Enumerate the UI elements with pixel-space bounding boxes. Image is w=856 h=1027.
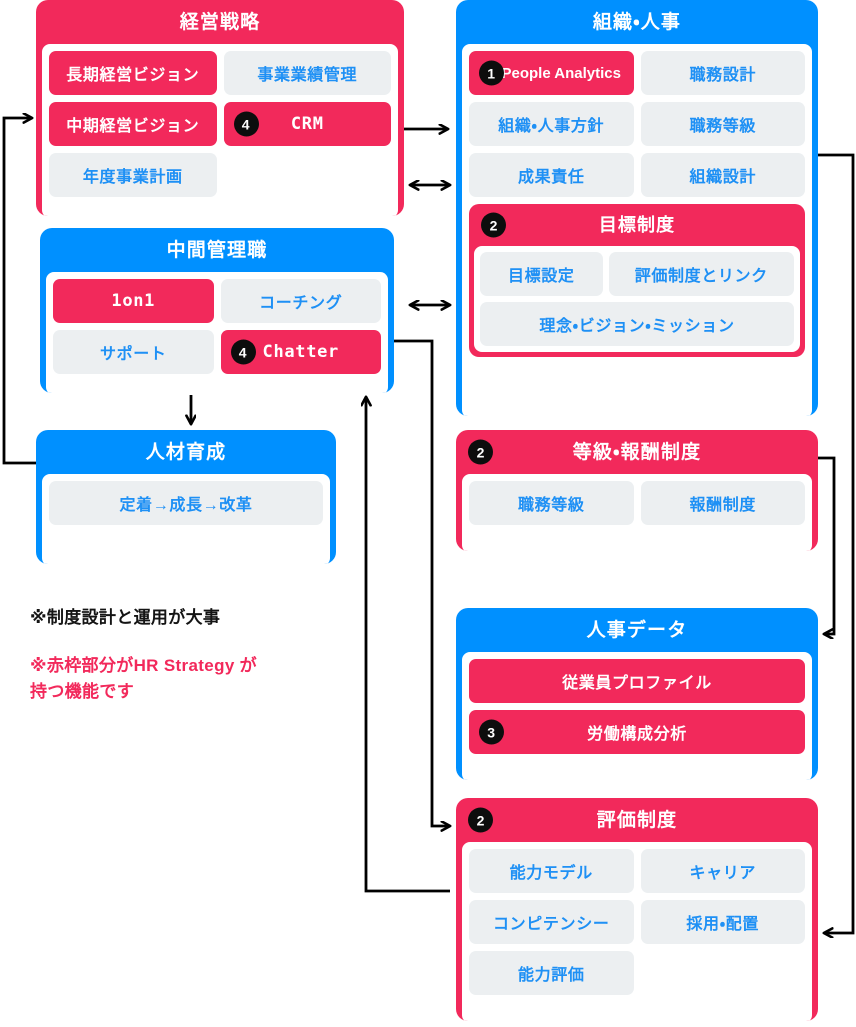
pill-job-design[interactable]: 職務設計 [640,51,805,95]
card-header: 2 評価制度 [456,798,818,842]
card-title: 組織・人事 [592,11,682,33]
badge-number: 4 [230,339,256,365]
card-title: 人事データ [586,619,688,641]
subcard-body: 目標設定 評価制度とリンク 理念・ビジョン・ミッション [474,246,800,352]
pill-ability-evaluation[interactable]: 能力評価 [469,951,634,995]
pill-people-analytics[interactable]: 1 People Analytics [469,51,634,95]
card-header: 組織・人事 [456,0,818,44]
pill-support[interactable]: サポート [53,330,214,374]
card-header: 経営戦略 [36,0,404,44]
pill-accountability[interactable]: 成果責任 [469,153,634,197]
wire-evaluation-to-middle [366,397,450,893]
wire-talent-to-strategy [2,118,36,465]
pill-job-grade-comp[interactable]: 職務等級 [469,481,634,525]
pill-competency-model[interactable]: 能力モデル [469,849,634,893]
pill-career[interactable]: キャリア [640,849,805,893]
note-red-frame-legend: ※赤枠部分がHR Strategy が 持つ機能です [30,656,258,702]
wire-middle-to-evaluation [366,339,450,826]
card-hr-data[interactable]: 人事データ 従業員プロファイル 3 労働構成分析 [456,608,818,780]
card-title: 等級・報酬制度 [572,441,702,463]
pill-long-term-vision[interactable]: 長期経営ビジョン [49,51,217,95]
pill-retention-growth-reform[interactable]: 定着→成長→改革 [49,481,323,525]
pill-1on1[interactable]: 1on1 [53,279,214,323]
card-body: 能力モデル キャリア コンピテンシー 採用・配置 能力評価 [462,842,812,1021]
subcard-goal-system[interactable]: 2 目標制度 目標設定 評価制度とリンク 理念・ビジョン・ミッション [469,204,805,357]
card-title: 中間管理職 [166,239,268,261]
badge-number: 2 [468,439,493,465]
card-grade-compensation[interactable]: 2 等級・報酬制度 職務等級 報酬制度 [456,430,818,551]
card-organization-hr[interactable]: 組織・人事 1 People Analytics 職務設計 組織・人事方針 職務… [456,0,818,416]
pill-employee-profile[interactable]: 従業員プロファイル [469,659,805,703]
pill-goal-setting[interactable]: 目標設定 [480,252,603,296]
wire-grade-to-hrdata [818,456,836,634]
pill-competency[interactable]: コンピテンシー [469,900,634,944]
card-management-strategy[interactable]: 経営戦略 長期経営ビジョン 事業業績管理 中期経営ビジョン 4 CRM 年度事業… [36,0,404,216]
pill-org-hr-policy[interactable]: 組織・人事方針 [469,102,634,146]
card-title: 評価制度 [596,809,678,831]
card-body: 職務等級 報酬制度 [462,474,812,551]
pill-link-to-evaluation[interactable]: 評価制度とリンク [608,252,794,296]
card-title: 経営戦略 [179,11,261,33]
card-middle-management[interactable]: 中間管理職 1on1 コーチング サポート 4 Chatter [40,228,394,393]
pill-crm[interactable]: 4 CRM [223,102,391,146]
pill-coaching[interactable]: コーチング [220,279,381,323]
pill-philosophy-vision-mission[interactable]: 理念・ビジョン・ミッション [480,302,794,346]
subcard-header: 2 目標制度 [469,204,805,246]
pill-compensation-system[interactable]: 報酬制度 [640,481,805,525]
note-design-operation: ※制度設計と運用が大事 [30,608,221,627]
pill-workforce-analysis[interactable]: 3 労働構成分析 [469,710,805,754]
card-body: 長期経営ビジョン 事業業績管理 中期経営ビジョン 4 CRM 年度事業計画 [42,44,398,216]
badge-number: 2 [468,807,493,833]
badge-number: 2 [481,212,506,238]
card-header: 人材育成 [36,430,336,474]
wire-organization-to-evaluation [818,153,855,933]
card-talent-development[interactable]: 人材育成 定着→成長→改革 [36,430,336,564]
card-body: 1 People Analytics 職務設計 組織・人事方針 職務等級 成果責… [462,44,812,416]
pill-recruitment-placement[interactable]: 採用・配置 [640,900,805,944]
pill-annual-business-plan[interactable]: 年度事業計画 [49,153,217,197]
badge-number: 1 [479,60,504,86]
card-header: 中間管理職 [40,228,394,272]
pill-org-design[interactable]: 組織設計 [640,153,805,197]
card-body: 従業員プロファイル 3 労働構成分析 [462,652,812,780]
card-body: 1on1 コーチング サポート 4 Chatter [46,272,388,393]
badge-number: 3 [479,719,504,745]
pill-job-grade[interactable]: 職務等級 [640,102,805,146]
card-title: 人材育成 [145,441,227,463]
card-header: 人事データ [456,608,818,652]
subcard-title: 目標制度 [598,215,676,235]
pill-chatter[interactable]: 4 Chatter [220,330,381,374]
pill-business-performance[interactable]: 事業業績管理 [223,51,391,95]
hr-strategy-diagram: 経営戦略 長期経営ビジョン 事業業績管理 中期経営ビジョン 4 CRM 年度事業… [0,0,856,1027]
pill-mid-term-vision[interactable]: 中期経営ビジョン [49,102,217,146]
badge-number: 4 [233,111,259,137]
card-evaluation-system[interactable]: 2 評価制度 能力モデル キャリア コンピテンシー 採用・配置 能力評価 [456,798,818,1021]
card-body: 定着→成長→改革 [42,474,330,564]
card-header: 2 等級・報酬制度 [456,430,818,474]
